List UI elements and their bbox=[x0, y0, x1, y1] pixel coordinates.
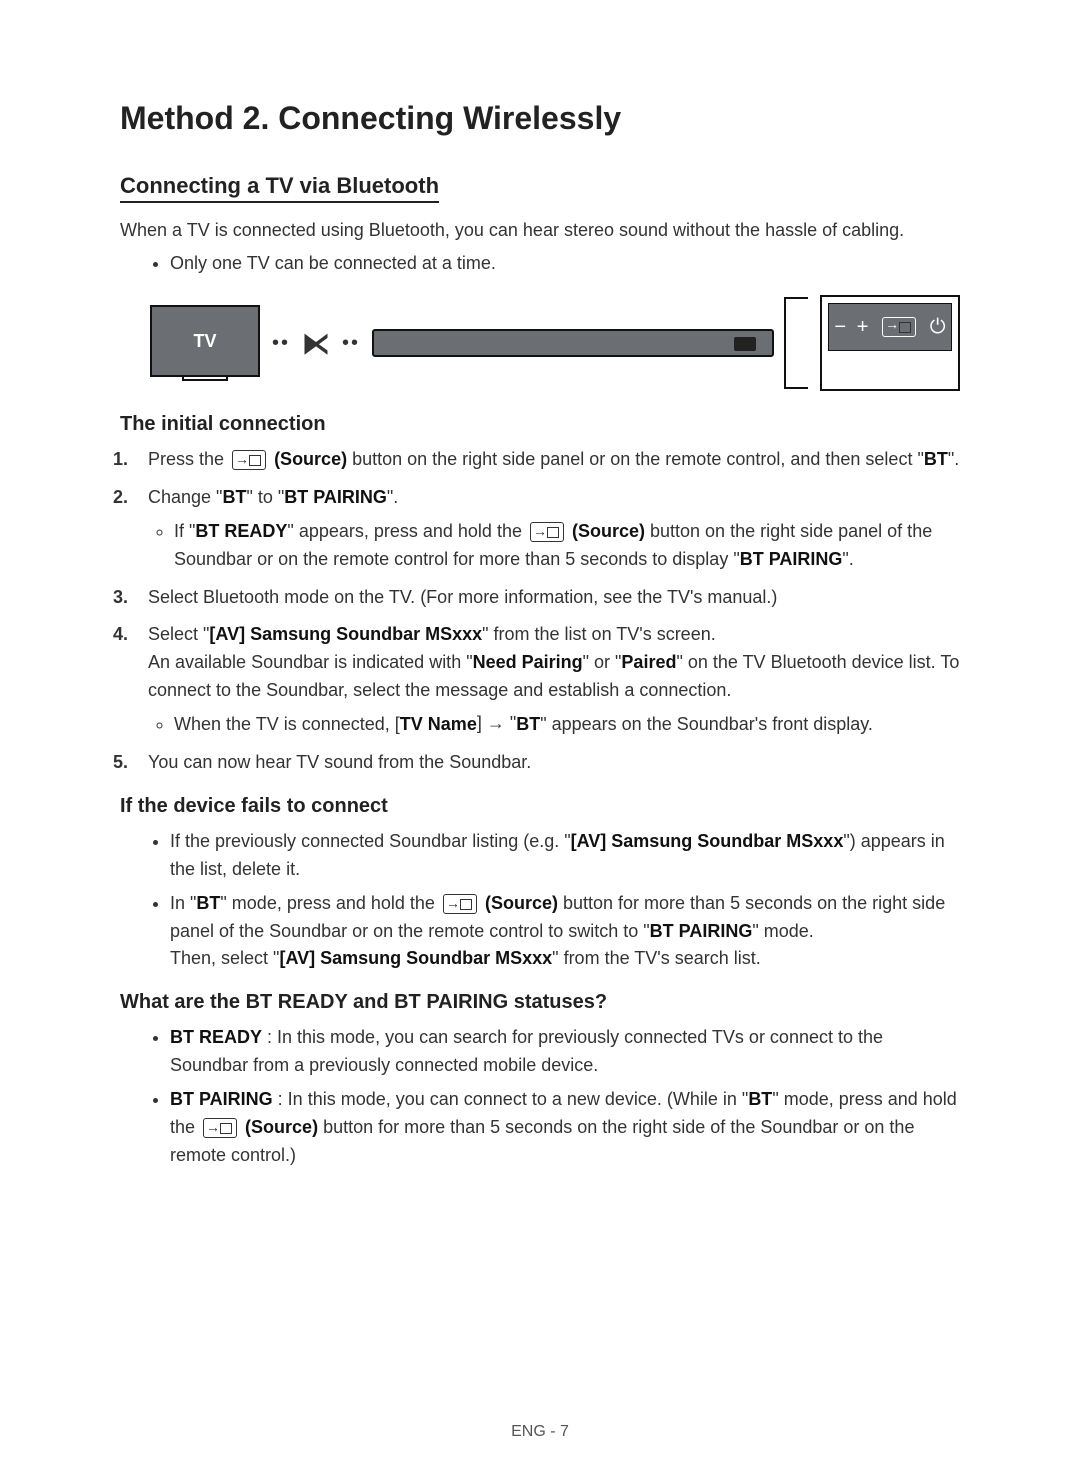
wireless-dots-left: •• bbox=[272, 332, 290, 355]
btpairing-label: BT PAIRING bbox=[170, 1089, 273, 1109]
zoom-bracket bbox=[784, 297, 808, 389]
side-panel-zoom: − + ⏻ bbox=[820, 295, 960, 391]
source-icon bbox=[443, 894, 477, 914]
btpairing-label: BT PAIRING bbox=[740, 549, 843, 569]
text: " from the list on TV's screen. bbox=[482, 624, 716, 644]
source-label: (Source) bbox=[485, 893, 558, 913]
source-icon bbox=[203, 1118, 237, 1138]
text: button on the right side panel or on the… bbox=[347, 449, 924, 469]
page-title: Method 2. Connecting Wirelessly bbox=[120, 100, 960, 137]
page-footer: ENG - 7 bbox=[0, 1423, 1080, 1441]
bt-label: BT bbox=[196, 893, 220, 913]
status-btready: BT READY : In this mode, you can search … bbox=[170, 1024, 960, 1080]
side-panel-buttons: − + ⏻ bbox=[828, 303, 952, 351]
text: " appears on the Soundbar's front displa… bbox=[540, 714, 873, 734]
status-btpairing: BT PAIRING : In this mode, you can conne… bbox=[170, 1086, 960, 1170]
source-label: (Source) bbox=[572, 521, 645, 541]
text: " mode, press and hold the bbox=[220, 893, 440, 913]
fail-list: If the previously connected Soundbar lis… bbox=[170, 828, 960, 973]
text: : In this mode, you can connect to a new… bbox=[273, 1089, 749, 1109]
step-2: Change "BT" to "BT PAIRING". If "BT READ… bbox=[138, 484, 960, 574]
text: If the previously connected Soundbar lis… bbox=[170, 831, 571, 851]
text: ". bbox=[842, 549, 853, 569]
text: Change " bbox=[148, 487, 222, 507]
status-list: BT READY : In this mode, you can search … bbox=[170, 1024, 960, 1169]
section-heading-bt: Connecting a TV via Bluetooth bbox=[120, 173, 439, 203]
step-2-sub: If "BT READY" appears, press and hold th… bbox=[174, 518, 960, 574]
wireless-dots-right: •• bbox=[342, 332, 360, 355]
device-name: [AV] Samsung Soundbar MSxxx bbox=[209, 624, 482, 644]
text: ". bbox=[948, 449, 959, 469]
step-4: Select "[AV] Samsung Soundbar MSxxx" fro… bbox=[138, 621, 960, 739]
text: When the TV is connected, [ bbox=[174, 714, 400, 734]
source-label: (Source) bbox=[274, 449, 347, 469]
tv-label: TV bbox=[193, 331, 216, 352]
connection-diagram: TV •• ⧔ •• − + ⏻ bbox=[150, 295, 960, 391]
need-pairing-label: Need Pairing bbox=[473, 652, 583, 672]
step-5: You can now hear TV sound from the Sound… bbox=[138, 749, 960, 777]
text: " to " bbox=[246, 487, 284, 507]
text: Press the bbox=[148, 449, 229, 469]
text: Select " bbox=[148, 624, 209, 644]
paired-label: Paired bbox=[621, 652, 676, 672]
tv-screen: TV bbox=[150, 305, 260, 377]
steps-list: Press the (Source) button on the right s… bbox=[138, 446, 960, 777]
subheading-initial: The initial connection bbox=[120, 413, 960, 436]
source-icon bbox=[232, 450, 266, 470]
fail-item-1: If the previously connected Soundbar lis… bbox=[170, 828, 960, 884]
subheading-status: What are the BT READY and BT PAIRING sta… bbox=[120, 991, 960, 1014]
soundbar-illustration bbox=[372, 329, 774, 357]
btpairing-label: BT PAIRING bbox=[284, 487, 387, 507]
text: " appears, press and hold the bbox=[287, 521, 527, 541]
step-4-sub: When the TV is connected, [TV Name] → "B… bbox=[174, 711, 960, 739]
arrow-text: ] → " bbox=[477, 710, 516, 738]
text: " or " bbox=[583, 652, 622, 672]
plus-icon: + bbox=[857, 316, 869, 339]
top-bullet: Only one TV can be connected at a time. bbox=[170, 250, 960, 277]
text: " from the TV's search list. bbox=[552, 948, 761, 968]
text: If " bbox=[174, 521, 195, 541]
subheading-fail: If the device fails to connect bbox=[120, 795, 960, 818]
tvname-label: TV Name bbox=[400, 714, 477, 734]
bt-label: BT bbox=[222, 487, 246, 507]
btready-label: BT READY bbox=[195, 521, 287, 541]
device-name: [AV] Samsung Soundbar MSxxx bbox=[279, 948, 552, 968]
text: An available Soundbar is indicated with … bbox=[148, 652, 473, 672]
minus-icon: − bbox=[834, 316, 846, 339]
bt-label: BT bbox=[748, 1089, 772, 1109]
text: Then, select " bbox=[170, 948, 279, 968]
step-1: Press the (Source) button on the right s… bbox=[138, 446, 960, 474]
text: : In this mode, you can search for previ… bbox=[170, 1027, 883, 1075]
text: In " bbox=[170, 893, 196, 913]
power-icon: ⏻ bbox=[930, 316, 946, 339]
fail-item-2: In "BT" mode, press and hold the (Source… bbox=[170, 890, 960, 974]
source-icon bbox=[882, 317, 916, 337]
bt-label: BT bbox=[516, 714, 540, 734]
btpairing-label: BT PAIRING bbox=[650, 921, 753, 941]
tv-illustration: TV bbox=[150, 305, 260, 381]
bluetooth-icon: ⧔ bbox=[302, 327, 330, 360]
text: ". bbox=[387, 487, 398, 507]
source-label: (Source) bbox=[245, 1117, 318, 1137]
device-name: [AV] Samsung Soundbar MSxxx bbox=[571, 831, 844, 851]
bt-label: BT bbox=[924, 449, 948, 469]
source-icon bbox=[530, 522, 564, 542]
text: " mode. bbox=[752, 921, 813, 941]
btready-label: BT READY bbox=[170, 1027, 262, 1047]
step-3: Select Bluetooth mode on the TV. (For mo… bbox=[138, 584, 960, 612]
intro-text: When a TV is connected using Bluetooth, … bbox=[120, 217, 960, 244]
